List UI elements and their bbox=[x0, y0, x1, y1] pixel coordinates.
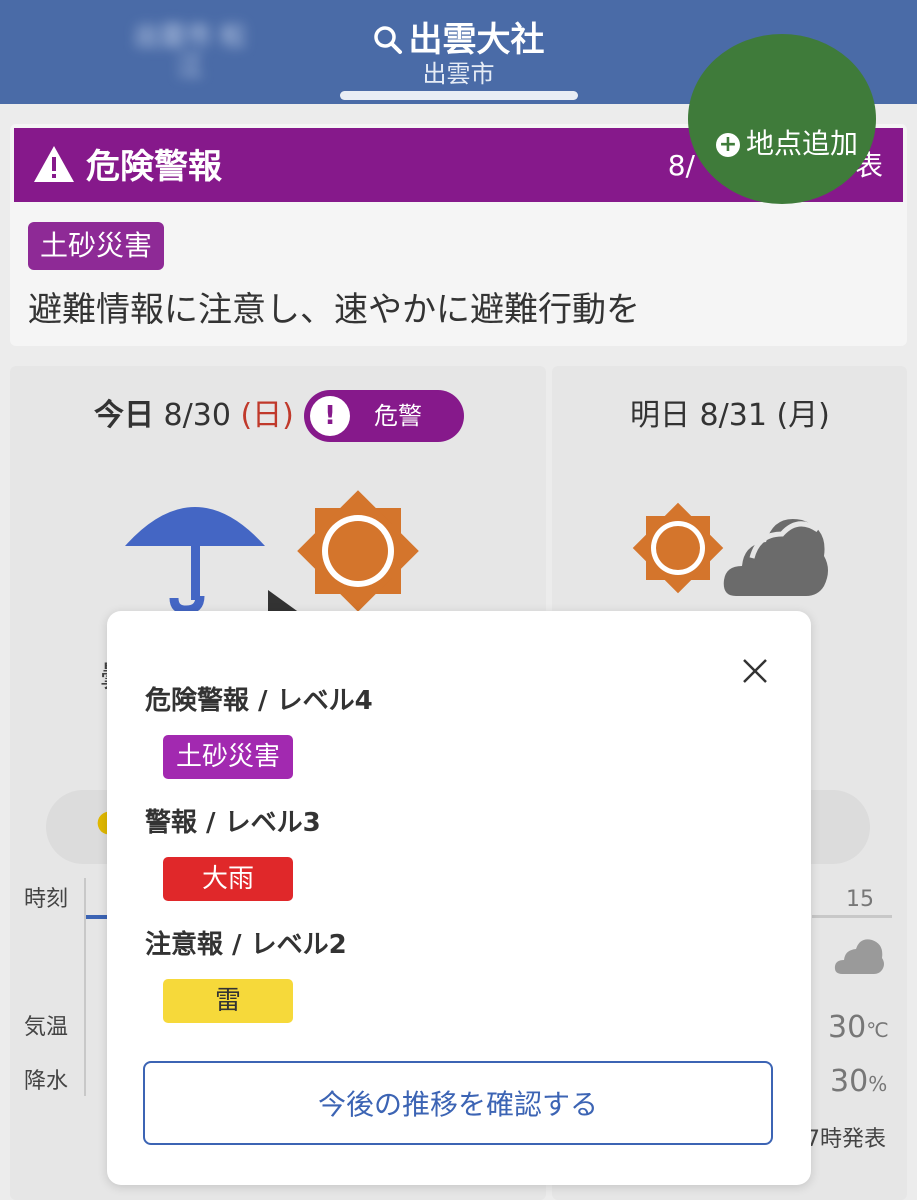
umbrella-icon bbox=[125, 507, 265, 615]
sheet-handle[interactable] bbox=[340, 91, 578, 100]
temp-value: 30℃ bbox=[828, 1010, 889, 1045]
today-date-label: 今日 8/30 (日) bbox=[94, 398, 294, 433]
level4-tag: 土砂災害 bbox=[163, 735, 293, 779]
level3-tag: 大雨 bbox=[163, 857, 293, 901]
level2-heading: 注意報 / レベル2 bbox=[145, 930, 347, 960]
level4-heading: 危険警報 / レベル4 bbox=[145, 686, 373, 716]
precip-value: 30% bbox=[830, 1064, 888, 1099]
sun-icon bbox=[632, 502, 724, 594]
add-location-button[interactable] bbox=[688, 34, 876, 204]
warning-title: 危険警報 bbox=[32, 144, 222, 188]
table-row-precip: 降水 bbox=[24, 1069, 69, 1094]
warning-title-text: 危険警報 bbox=[86, 147, 222, 187]
table-row-time: 時刻 bbox=[24, 887, 69, 912]
level2-tag: 雷 bbox=[163, 979, 293, 1023]
close-icon[interactable] bbox=[735, 651, 775, 691]
location-title: 出雲大社 bbox=[408, 20, 545, 60]
sun-icon bbox=[297, 490, 419, 612]
time-indicator bbox=[86, 915, 108, 919]
warning-levels-dialog: 危険警報 / レベル4 土砂災害 警報 / レベル3 大雨 注意報 / レベル2… bbox=[107, 611, 811, 1185]
search-icon bbox=[373, 26, 402, 54]
issued-time: 7時発表 bbox=[806, 1127, 886, 1152]
cloud-icon bbox=[723, 518, 828, 596]
exclamation-icon: ! bbox=[310, 396, 350, 436]
plus-circle-icon: + bbox=[716, 133, 740, 157]
table-divider bbox=[84, 878, 86, 1096]
cloud-icon bbox=[834, 939, 884, 974]
view-trend-button[interactable]: 今後の推移を確認する bbox=[143, 1061, 773, 1145]
warning-triangle-icon bbox=[34, 146, 74, 182]
warning-message: 避難情報に注意し、速やかに避難行動を bbox=[28, 290, 640, 330]
today-alert-pill[interactable]: ! 危警 bbox=[304, 390, 464, 442]
add-location-label[interactable]: + 地点追加 bbox=[716, 126, 858, 162]
table-row-temp: 気温 bbox=[24, 1015, 69, 1040]
hour-label: 15 bbox=[846, 887, 874, 912]
level3-heading: 警報 / レベル3 bbox=[145, 808, 321, 838]
hour-line bbox=[812, 915, 892, 918]
tomorrow-date-label: 明日 8/31 (月) bbox=[630, 398, 830, 433]
warning-category-tag: 土砂災害 bbox=[28, 222, 165, 270]
